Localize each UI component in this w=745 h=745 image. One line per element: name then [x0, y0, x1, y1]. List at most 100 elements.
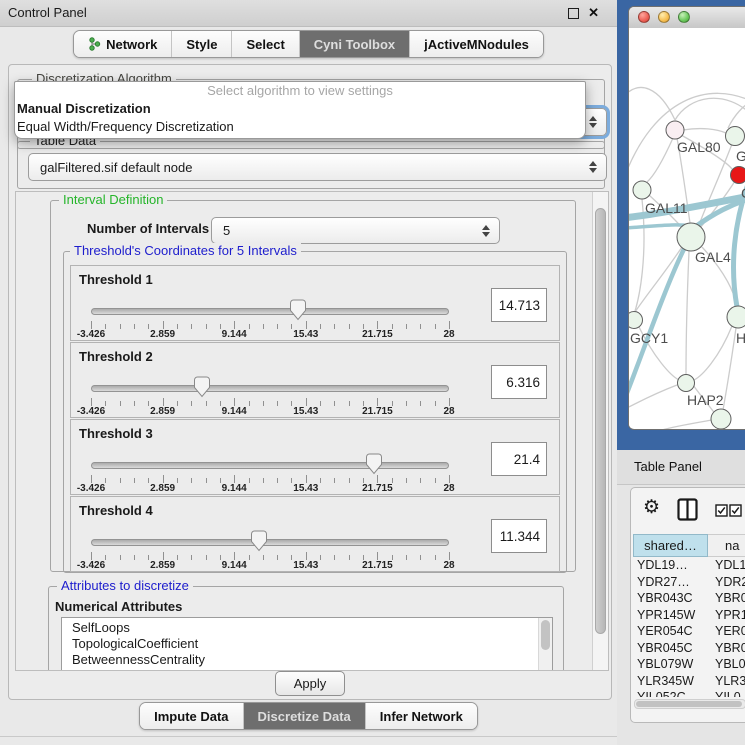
- column-header-name[interactable]: na: [708, 534, 745, 557]
- slider-thumb[interactable]: [366, 453, 382, 475]
- close-traffic-light-icon[interactable]: [638, 11, 650, 23]
- cell-name[interactable]: YPR1: [708, 607, 745, 624]
- cell-shared-name[interactable]: YER054C: [633, 623, 708, 640]
- checkbox-icon[interactable]: [729, 504, 742, 520]
- cell-name[interactable]: YBR0: [708, 590, 745, 607]
- tab-infer-network[interactable]: Infer Network: [365, 703, 477, 729]
- split-columns-icon[interactable]: [677, 498, 698, 524]
- network-node-gal80[interactable]: [666, 121, 684, 139]
- numerical-attributes-list[interactable]: SelfLoopsTopologicalCoefficientBetweenne…: [61, 617, 553, 671]
- tab-label: Network: [106, 37, 157, 52]
- slider-thumb[interactable]: [251, 530, 267, 552]
- horizontal-scrollbar[interactable]: [634, 699, 745, 709]
- tab-discretize-data[interactable]: Discretize Data: [243, 703, 365, 729]
- attribute-list-item[interactable]: TopologicalCoefficient: [62, 636, 552, 652]
- gear-icon[interactable]: ⚙: [643, 496, 660, 519]
- tab-cyni-toolbox[interactable]: Cyni Toolbox: [299, 31, 409, 57]
- number-of-intervals-value: 5: [223, 223, 230, 238]
- threshold-value-input[interactable]: 6.316: [491, 365, 547, 399]
- network-node-g[interactable]: [726, 127, 745, 146]
- threshold-slider[interactable]: [91, 379, 449, 397]
- table-row[interactable]: YBR043CYBR0: [633, 590, 745, 607]
- cell-shared-name[interactable]: YLR345W: [633, 673, 708, 690]
- cell-shared-name[interactable]: YPR145W: [633, 607, 708, 624]
- interval-definition-label: Interval Definition: [59, 192, 167, 207]
- attribute-list-item[interactable]: BetweennessCentrality: [62, 652, 552, 668]
- threshold-value-input[interactable]: 14.713: [491, 288, 547, 322]
- thresholds-group: Threshold's Coordinates for 5 Intervals …: [63, 251, 567, 573]
- cell-name[interactable]: YIL0: [708, 689, 741, 697]
- cell-shared-name[interactable]: YDL19…: [633, 557, 708, 574]
- network-node-gal11[interactable]: [633, 181, 651, 199]
- table-row[interactable]: YIL052CYIL0: [633, 689, 745, 697]
- network-edge: [647, 138, 673, 182]
- network-node-c[interactable]: [731, 167, 745, 184]
- number-of-intervals-combobox[interactable]: 5: [211, 217, 500, 244]
- cell-shared-name[interactable]: YBR043C: [633, 590, 708, 607]
- network-node[interactable]: [711, 409, 731, 429]
- minimize-traffic-light-icon[interactable]: [658, 11, 670, 23]
- close-icon[interactable]: ✕: [588, 7, 599, 19]
- network-edge: [629, 88, 675, 120]
- table-row[interactable]: YPR145WYPR1: [633, 607, 745, 624]
- cell-shared-name[interactable]: YDR27…: [633, 574, 708, 591]
- scrollbar-thumb[interactable]: [636, 701, 742, 707]
- slider-thumb[interactable]: [290, 299, 306, 321]
- node-label: GCY1: [630, 330, 668, 346]
- table-row[interactable]: YBL079WYBL0: [633, 656, 745, 673]
- tab-style[interactable]: Style: [171, 31, 231, 57]
- network-node-h[interactable]: [727, 306, 745, 328]
- zoom-traffic-light-icon[interactable]: [678, 11, 690, 23]
- network-node-hap2[interactable]: [678, 375, 695, 392]
- table-row[interactable]: YDL19…YDL1: [633, 557, 745, 574]
- cell-name[interactable]: YER0: [708, 623, 745, 640]
- cell-name[interactable]: YDL1: [708, 557, 745, 574]
- apply-button[interactable]: Apply: [275, 671, 345, 696]
- threshold-label: Threshold 4: [79, 503, 153, 518]
- threshold-slider[interactable]: [91, 302, 449, 320]
- scrollbar-thumb[interactable]: [595, 208, 606, 634]
- cell-shared-name[interactable]: YIL052C: [633, 689, 708, 697]
- table-row[interactable]: YDR27…YDR2: [633, 574, 745, 591]
- threshold-slider[interactable]: [91, 533, 449, 551]
- network-view-window[interactable]: GAL80GCGAL11GAL4GCY1HHAP2: [628, 6, 745, 430]
- table-row[interactable]: YLR345WYLR3: [633, 673, 745, 690]
- network-canvas[interactable]: GAL80GCGAL11GAL4GCY1HHAP2: [629, 28, 745, 428]
- tab-network[interactable]: Network: [74, 31, 171, 57]
- cell-name[interactable]: YLR3: [708, 673, 745, 690]
- cell-name[interactable]: YDR2: [708, 574, 745, 591]
- cell-shared-name[interactable]: YBL079W: [633, 656, 708, 673]
- threshold-value-input[interactable]: 11.344: [491, 519, 547, 553]
- tab-impute-data[interactable]: Impute Data: [140, 703, 242, 729]
- scrollbar-thumb[interactable]: [541, 620, 550, 650]
- vertical-scrollbar[interactable]: [592, 192, 608, 670]
- float-window-icon[interactable]: [568, 8, 579, 19]
- threshold-slider[interactable]: [91, 456, 449, 474]
- cell-name[interactable]: YBL0: [708, 656, 745, 673]
- network-node-gcy1[interactable]: [629, 312, 643, 329]
- threshold-value-input[interactable]: 21.4: [491, 442, 547, 476]
- network-node-gal4[interactable]: [677, 223, 705, 251]
- table-data-group: Table Data galFiltered.sif default node: [17, 141, 605, 189]
- slider-thumb[interactable]: [194, 376, 210, 398]
- slider-track: [91, 308, 449, 315]
- tab-label: Impute Data: [154, 709, 228, 724]
- threshold-label: Threshold 3: [79, 426, 153, 441]
- column-header-shared-name[interactable]: shared…: [633, 534, 708, 557]
- table-data-combobox[interactable]: galFiltered.sif default node: [28, 153, 607, 181]
- cell-name[interactable]: YBR0: [708, 640, 745, 657]
- table-row[interactable]: YER054CYER0: [633, 623, 745, 640]
- control-panel-titlebar: Control Panel ✕: [0, 0, 617, 27]
- cell-shared-name[interactable]: YBR045C: [633, 640, 708, 657]
- list-scrollbar[interactable]: [538, 618, 552, 671]
- node-label: G: [736, 148, 745, 164]
- dropdown-placeholder-item[interactable]: Select algorithm to view settings: [15, 82, 585, 100]
- tab-select[interactable]: Select: [231, 31, 298, 57]
- attribute-list-item[interactable]: SelfLoops: [62, 620, 552, 636]
- dropdown-option-equal-width-frequency[interactable]: Equal Width/Frequency Discretization: [15, 118, 585, 136]
- table-row[interactable]: YBR045CYBR0: [633, 640, 745, 657]
- checkbox-icon[interactable]: [715, 504, 728, 520]
- tab-jactivemnodules[interactable]: jActiveMNodules: [409, 31, 543, 57]
- network-window-titlebar[interactable]: [629, 7, 745, 29]
- dropdown-option-manual-discretization[interactable]: Manual Discretization: [15, 100, 585, 118]
